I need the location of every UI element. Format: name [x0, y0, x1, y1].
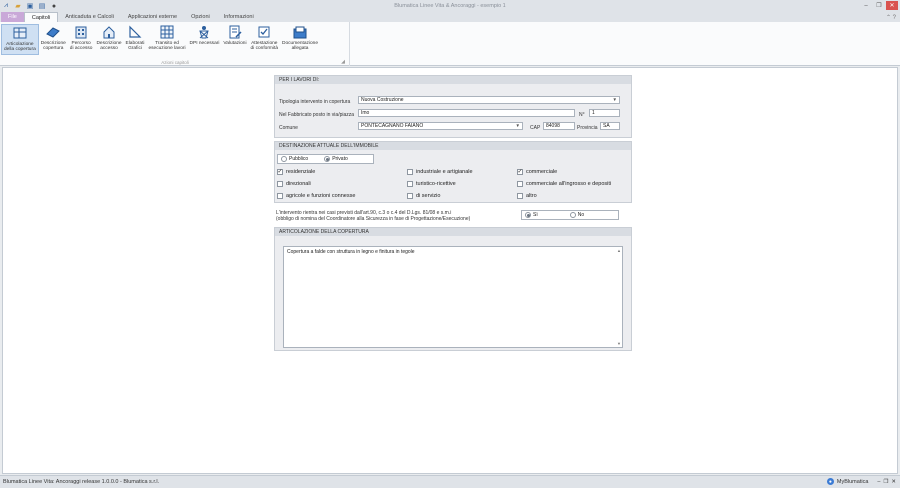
lavori-panel: PER I LAVORI DI: Tipologia intervento in… [274, 75, 632, 138]
no-radio[interactable]: No [569, 212, 584, 218]
ribbon: Articolazione della copertura Descrizion… [0, 22, 900, 66]
turistico-checkbox[interactable]: turistico-ricettive [407, 181, 456, 187]
descrizione-accesso-button[interactable]: Descrizione accesso [94, 24, 123, 55]
myblumatica-link[interactable]: ● MyBlumatica – ❐ ✕ [826, 478, 896, 485]
drafting-icon [128, 25, 142, 39]
destinazione-panel: DESTINAZIONE ATTUALE DELL'IMMOBILE Pubbl… [274, 141, 632, 203]
industriale-checkbox[interactable]: industriale e artigianale [407, 169, 473, 175]
tipologia-select[interactable]: Nuova Costruzione ▼ [358, 96, 620, 104]
residenziale-checkbox[interactable]: ✓ residenziale [277, 169, 315, 175]
articolazione-panel: ARTICOLAZIONE DELLA COPERTURA Copertura … [274, 227, 632, 351]
articolazione-textarea[interactable]: Copertura a falde con struttura in legno… [283, 246, 623, 348]
dpi-button[interactable]: DPI necessari [188, 24, 222, 55]
ribbon-group-label: Azioni capitoli [161, 60, 189, 65]
folder-docs-icon [293, 25, 307, 39]
grid-chart-icon [13, 26, 27, 40]
title-bar: ⩘ ▰ ▣ ▤ ● Blumatica Linee Vita & Ancorag… [0, 0, 900, 12]
tab-opzioni[interactable]: Opzioni [184, 12, 217, 22]
work-area: PER I LAVORI DI: Tipologia intervento in… [0, 66, 900, 475]
building-icon [74, 25, 88, 39]
scaffold-icon [160, 25, 174, 39]
scroll-down-icon[interactable]: ▼ [617, 341, 621, 346]
privato-radio[interactable]: Privato [324, 156, 348, 162]
documentazione-button[interactable]: Documentazione allegata [280, 24, 320, 55]
pubblico-radio[interactable]: Pubblico [281, 156, 308, 162]
tab-applicazioni[interactable]: Applicazioni esterne [121, 12, 184, 22]
tab-informazioni[interactable]: Informazioni [217, 12, 261, 22]
certificate-icon [257, 25, 271, 39]
restore-icon[interactable]: ❐ [873, 1, 885, 10]
intervento-question: L'intervento rientra nei casi previsti d… [276, 210, 471, 222]
status-text: Blumatica Linee Vita: Ancoraggi release … [3, 479, 160, 485]
agricole-checkbox[interactable]: agricole e funzioni connesse [277, 193, 355, 199]
tab-capitoli[interactable]: Capitoli [23, 12, 59, 22]
document-canvas: PER I LAVORI DI: Tipologia intervento in… [2, 67, 898, 474]
restore-icon[interactable]: ❐ [883, 479, 888, 485]
minimize-icon[interactable]: – [860, 1, 872, 10]
descrizione-copertura-button[interactable]: Descrizione copertura [39, 24, 68, 55]
cap-label: CAP [530, 125, 541, 131]
group-launcher-icon[interactable]: ◢ [341, 59, 345, 65]
roof-icon [46, 25, 61, 39]
dropdown-arrow-icon: ▼ [612, 97, 617, 102]
comune-label: Comune [279, 125, 298, 131]
articolazione-header: ARTICOLAZIONE DELLA COPERTURA [275, 228, 631, 236]
valutazioni-button[interactable]: Valutazioni [221, 24, 248, 55]
ribbon-tabs: File Capitoli Anticaduta e Calcoli Appli… [0, 12, 900, 22]
tipologia-label: Tipologia intervento in copertura [279, 99, 351, 105]
elaborati-grafici-button[interactable]: Elaborati Grafici [124, 24, 147, 55]
tab-file[interactable]: File [1, 12, 24, 22]
minimize-icon[interactable]: – [877, 479, 880, 485]
tab-anticaduta[interactable]: Anticaduta e Calcoli [58, 12, 121, 22]
servizio-checkbox[interactable]: di servizio [407, 193, 440, 199]
help-icon[interactable]: ⌃ ? [886, 14, 896, 21]
numero-input[interactable]: 1 [589, 109, 620, 117]
lavori-header: PER I LAVORI DI: [275, 76, 631, 84]
ingrosso-checkbox[interactable]: commerciale all'ingrosso e depositi [517, 181, 611, 187]
altro-checkbox[interactable]: altro [517, 193, 537, 199]
direzionali-checkbox[interactable]: direzionali [277, 181, 311, 187]
percorso-accesso-button[interactable]: Percorso di accesso [68, 24, 95, 55]
articolazione-button[interactable]: Articolazione della copertura [1, 24, 39, 55]
ribbon-group-azioni: Articolazione della copertura Descrizion… [0, 22, 350, 66]
close-icon[interactable]: ✕ [886, 1, 898, 10]
harness-icon [197, 25, 211, 39]
document-edit-icon [228, 25, 242, 39]
scroll-up-icon[interactable]: ▲ [617, 248, 621, 253]
close-icon[interactable]: ✕ [891, 479, 896, 485]
myblumatica-icon: ● [826, 478, 834, 485]
status-bar: Blumatica Linee Vita: Ancoraggi release … [0, 475, 900, 488]
destinazione-header: DESTINAZIONE ATTUALE DELL'IMMOBILE [275, 142, 631, 150]
cap-input[interactable]: 84098 [543, 122, 575, 130]
pubblico-privato-group: Pubblico Privato [277, 154, 374, 164]
fabbricato-label: Nel Fabbricato posto in via/piazza [279, 112, 355, 118]
si-no-group: Sì No [521, 210, 619, 220]
attestazione-button[interactable]: Attestazione di conformità [249, 24, 280, 55]
dropdown-arrow-icon: ▼ [515, 123, 520, 128]
transito-lavori-button[interactable]: Transito ed esecuzione lavori [146, 24, 187, 55]
window-controls: – ❐ ✕ [860, 1, 898, 10]
provincia-input[interactable]: SA [600, 122, 620, 130]
fabbricato-input[interactable]: Imo [358, 109, 575, 117]
numero-label: N° [579, 112, 585, 118]
commerciale-checkbox[interactable]: ✓ commerciale [517, 169, 557, 175]
provincia-label: Provincia [577, 125, 598, 131]
house-icon [102, 25, 116, 39]
comune-select[interactable]: PONTECAGNANO FAIANO ▼ [358, 122, 523, 130]
si-radio[interactable]: Sì [525, 212, 538, 218]
window-title: Blumatica Linee Vita & Ancoraggi - esemp… [394, 3, 506, 9]
